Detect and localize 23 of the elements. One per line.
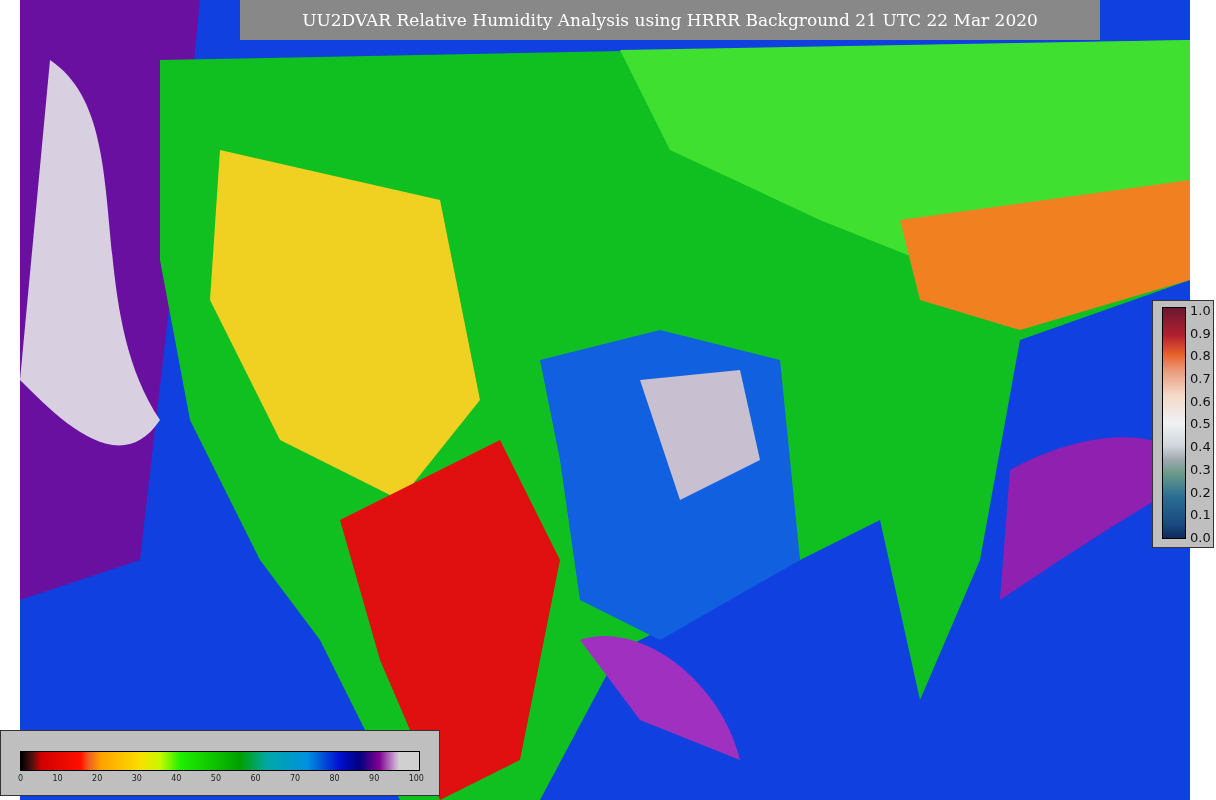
colorbar-label: 40 (171, 774, 182, 783)
colorbar-label: 1.0 (1190, 303, 1211, 318)
colorbar-label: 60 (250, 774, 261, 783)
colorbar-label: 0 (18, 774, 24, 783)
colorbar-label: 70 (289, 774, 301, 783)
colorbar-label: 20 (92, 774, 103, 783)
colorbar-label: 80 (329, 774, 340, 783)
colorbar-label: 0.2 (1190, 484, 1211, 500)
colorbar-label: 0.0 (1190, 529, 1211, 545)
colorbar-label: 50 (210, 774, 221, 783)
colorbar-label: 30 (131, 774, 142, 783)
colorbar-label: 0.9 (1190, 325, 1211, 341)
map-title: UU2DVAR Relative Humidity Analysis using HRRR Background 21 UTC 22 Mar 2020 (240, 0, 1100, 40)
colorbar-label: 0.7 (1190, 371, 1211, 387)
colorbar-label: 0.1 (1190, 507, 1211, 523)
colorbar-label: 100 (408, 774, 424, 783)
colorbar-label: 10 (52, 774, 63, 783)
colorbar-label: 0.8 (1190, 348, 1211, 364)
colorbar-label: 0.6 (1190, 393, 1211, 409)
colorbar-label: 0.4 (1190, 439, 1211, 455)
colorbar-label: 0.5 (1190, 416, 1211, 432)
colorbar-label: 90 (369, 774, 380, 783)
colorbar-label: 0.3 (1190, 461, 1211, 477)
